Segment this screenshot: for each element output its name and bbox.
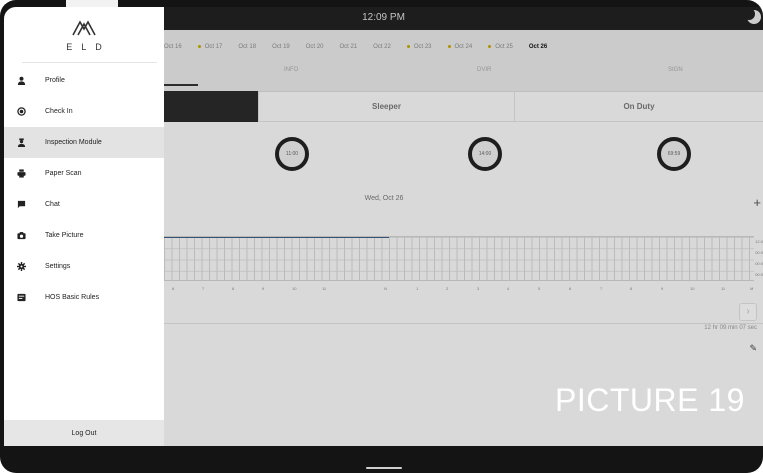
menu-item-label: Paper Scan <box>45 170 82 177</box>
person-icon <box>17 76 26 85</box>
inspector-icon <box>17 138 26 147</box>
menu-item-label: Check In <box>45 108 73 115</box>
menu-item-label: Chat <box>45 201 60 208</box>
logo-text: ELD <box>66 42 111 52</box>
app-screen: 12:09 PM Oct 16 Oct 17 Oct 18 Oct 19 Oct… <box>4 7 763 446</box>
tablet-frame: 12:09 PM Oct 16 Oct 17 Oct 18 Oct 19 Oct… <box>0 0 763 473</box>
menu-item-label: Profile <box>45 77 65 84</box>
menu-item-chat[interactable]: Chat <box>4 189 164 220</box>
drawer-menu: Profile Check In Inspection Module Paper… <box>4 65 164 313</box>
gear-icon <box>17 262 26 271</box>
menu-item-label: HOS Basic Rules <box>45 294 100 301</box>
home-indicator[interactable] <box>366 467 402 469</box>
check-in-icon <box>17 107 26 116</box>
navigation-drawer: ELD Profile Check In Inspection Module P… <box>4 7 164 446</box>
chat-icon <box>17 200 26 209</box>
menu-item-settings[interactable]: Settings <box>4 251 164 282</box>
menu-item-label: Take Picture <box>45 232 84 239</box>
menu-item-label: Inspection Module <box>45 139 102 146</box>
menu-item-inspection-module[interactable]: Inspection Module <box>4 127 164 158</box>
menu-item-take-picture[interactable]: Take Picture <box>4 220 164 251</box>
eld-logo: ELD <box>4 19 164 52</box>
menu-item-hos-basic-rules[interactable]: HOS Basic Rules <box>4 282 164 313</box>
menu-item-label: Settings <box>45 263 71 270</box>
picture-label: PICTURE 19 <box>555 382 745 418</box>
menu-item-check-in[interactable]: Check In <box>4 96 164 127</box>
drawer-divider <box>22 62 157 63</box>
printer-icon <box>17 169 26 178</box>
logout-button[interactable]: Log Out <box>4 420 164 446</box>
top-edge <box>66 0 118 7</box>
eld-logo-mark-icon <box>72 20 96 36</box>
menu-item-profile[interactable]: Profile <box>4 65 164 96</box>
book-icon <box>17 293 26 302</box>
drawer-scrim[interactable] <box>164 7 763 446</box>
camera-icon <box>17 232 26 240</box>
menu-item-paper-scan[interactable]: Paper Scan <box>4 158 164 189</box>
